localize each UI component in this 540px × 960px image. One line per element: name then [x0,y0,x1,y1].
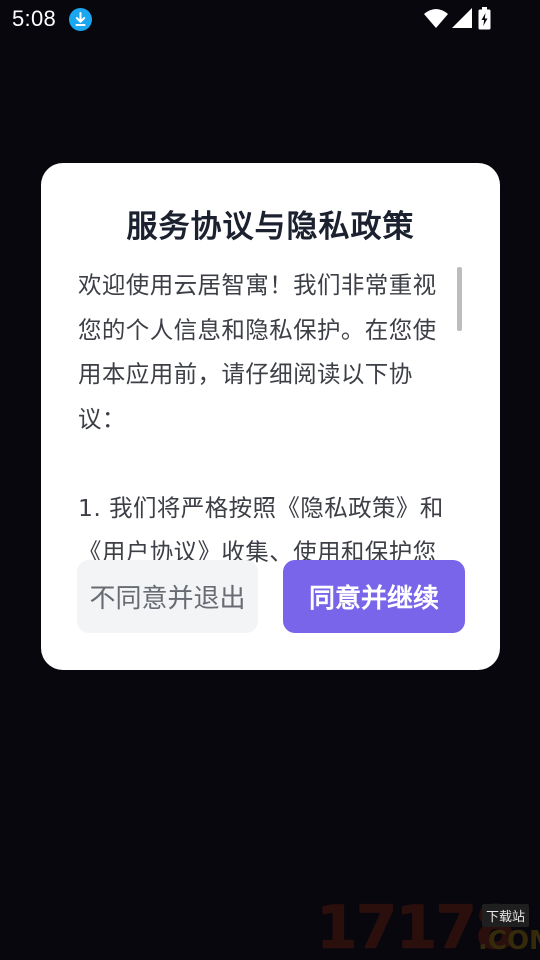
decline-exit-button[interactable]: 不同意并退出 [77,560,258,633]
status-bar: 5:08 [0,0,540,38]
watermark-badge: 下载站 [482,904,530,927]
agree-continue-button[interactable]: 同意并继续 [283,560,465,633]
wifi-icon [424,9,448,28]
status-time: 5:08 [12,6,57,31]
battery-charging-icon [478,7,491,30]
watermark-suffix: .COM [478,926,540,956]
dialog-title: 服务协议与隐私政策 [126,209,415,245]
scrollbar-thumb[interactable] [457,267,462,331]
privacy-dialog: 服务协议与隐私政策 欢迎使用云居智寓！我们非常重视您的个人信息和隐私保护。在您使… [41,163,500,670]
download-icon [69,8,92,31]
signal-icon [452,8,472,28]
watermark-logo: 17178 下载站 .COM [316,896,540,960]
screen: 5:08 服务协议与隐私政策 欢迎使用云居智寓！我们非常重视您的个人信息和隐私保… [0,0,540,960]
